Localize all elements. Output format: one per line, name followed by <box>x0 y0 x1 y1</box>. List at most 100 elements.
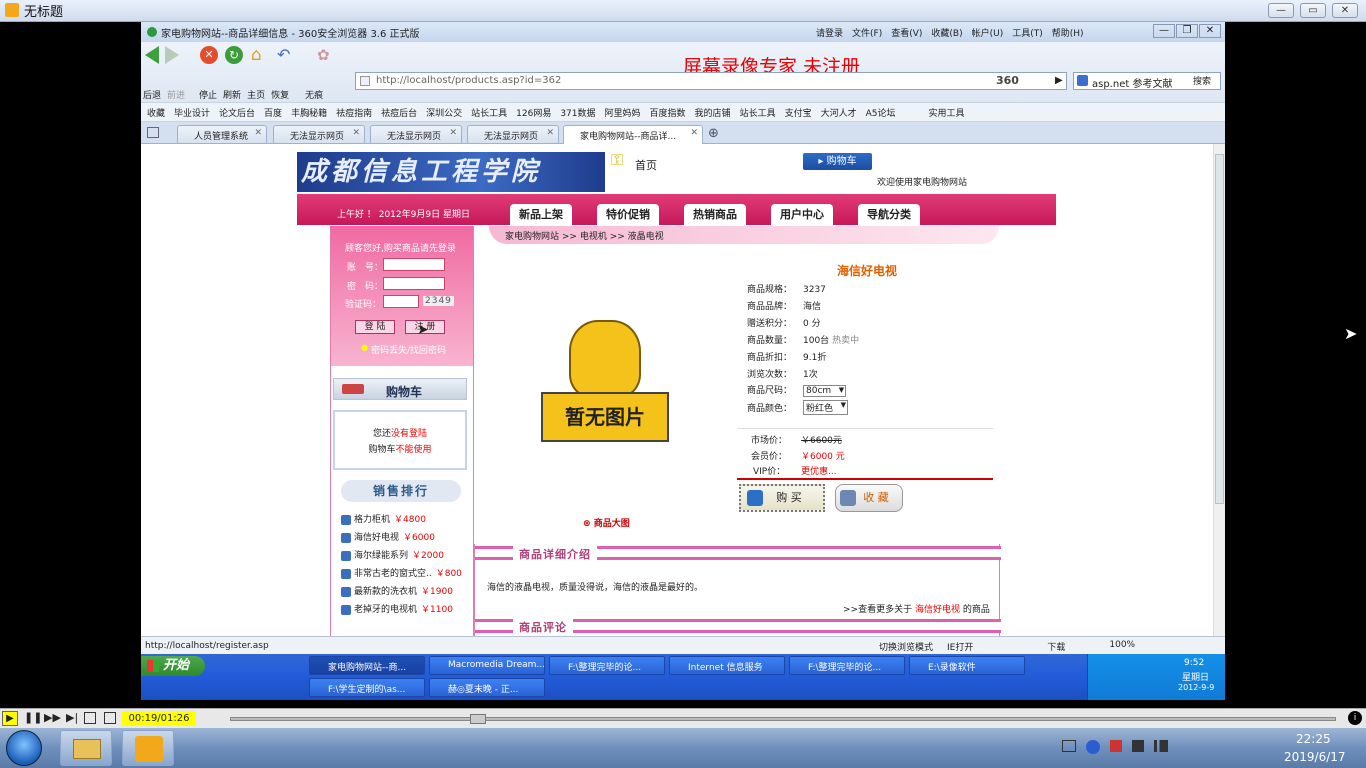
fast-forward-icon[interactable]: ▶▶ <box>44 711 61 724</box>
page-scrollbar[interactable] <box>1213 144 1225 636</box>
menu-tools[interactable]: 工具(T) <box>1012 26 1043 39</box>
scroll-thumb[interactable] <box>1215 154 1224 504</box>
rank-item[interactable]: 非常古老的窗式空.. ￥800 <box>341 566 462 579</box>
switch-mode-button[interactable]: 切换浏览模式 <box>879 640 933 653</box>
bookmark-16[interactable]: 大河人才 <box>821 106 857 119</box>
tab-close-icon[interactable]: ✕ <box>449 128 457 138</box>
minimize-button[interactable]: — <box>1268 3 1294 18</box>
new-tab-icon[interactable]: ⊕ <box>708 126 719 141</box>
undo-icon[interactable]: ↶ <box>277 46 295 64</box>
size-select[interactable]: 80cm ▼ <box>803 385 847 397</box>
login-button[interactable]: 登 陆 <box>355 320 395 334</box>
nav-categories[interactable]: 导航分类 <box>858 204 920 226</box>
bookmark-10[interactable]: 371数据 <box>560 106 595 119</box>
breadcrumb-1[interactable]: 电视机 <box>580 232 607 242</box>
product-image[interactable]: 暂无图片 <box>539 320 671 444</box>
help-icon[interactable] <box>1086 740 1100 754</box>
tab-0[interactable]: 人员管理系统 ✕ <box>177 125 267 143</box>
tab-close-icon[interactable]: ✕ <box>546 128 554 138</box>
favorite-button[interactable]: 收 藏 <box>835 484 903 512</box>
xp-task[interactable]: 家电购物网站--商... <box>309 656 425 675</box>
refresh-label[interactable]: 刷新 <box>223 88 241 101</box>
start-button[interactable]: 开始 <box>141 656 205 676</box>
xp-task[interactable]: Internet 信息服务 <box>669 656 785 675</box>
menu-account[interactable]: 帐户(U) <box>972 26 1004 39</box>
bookmark-0[interactable]: 收藏 <box>147 106 165 119</box>
xp-task[interactable]: F:\学生定制的\as... <box>309 678 425 697</box>
win7-start-orb[interactable] <box>6 730 42 766</box>
bookmark-14[interactable]: 站长工具 <box>740 106 776 119</box>
bookmark-18[interactable]: 实用工具 <box>929 106 965 119</box>
incognito-label[interactable]: 无痕 <box>305 88 323 101</box>
nav-specials[interactable]: 特价促销 <box>597 204 659 226</box>
bookmark-17[interactable]: A5论坛 <box>866 106 896 119</box>
home-label[interactable]: 主页 <box>247 88 265 101</box>
back-label[interactable]: 后退 <box>143 88 161 101</box>
bookmark-2[interactable]: 论文后台 <box>219 106 255 119</box>
captcha-image[interactable]: 2349 <box>423 296 454 306</box>
search-box[interactable]: asp.net 参考文献 搜索 <box>1073 72 1221 90</box>
bookmark-13[interactable]: 我的店铺 <box>695 106 731 119</box>
action-center-icon[interactable] <box>1110 740 1122 752</box>
network-icon[interactable] <box>1154 740 1168 752</box>
bookmark-9[interactable]: 126网易 <box>516 106 551 119</box>
tab-list-icon[interactable] <box>147 127 159 138</box>
home-icon[interactable]: ⌂ <box>251 46 269 64</box>
big-image-link[interactable]: ⊗ 商品大图 <box>583 516 630 529</box>
rank-item[interactable]: 海尔绿能系列 ￥2000 <box>341 548 444 561</box>
browser-minimize-button[interactable]: — <box>1153 24 1175 38</box>
ie-open-button[interactable]: IE打开 <box>947 640 973 653</box>
bookmark-8[interactable]: 站长工具 <box>471 106 507 119</box>
color-select[interactable]: 粉红色 ▼ <box>803 400 849 415</box>
search-button[interactable]: 搜索 <box>1193 74 1211 87</box>
rank-item[interactable]: 海信好电视 ￥6000 <box>341 530 435 543</box>
restore-label[interactable]: 恢复 <box>271 88 289 101</box>
forward-icon[interactable] <box>165 46 179 64</box>
play-icon[interactable]: ▶ <box>2 711 18 726</box>
bookmark-1[interactable]: 毕业设计 <box>174 106 210 119</box>
recorder-app-icon[interactable] <box>122 730 174 766</box>
refresh-icon[interactable]: ↻ <box>225 46 243 64</box>
buy-button[interactable]: 购 买 <box>739 484 825 512</box>
fullscreen-icon[interactable] <box>84 712 96 724</box>
back-icon[interactable] <box>145 46 159 64</box>
tab-close-icon[interactable]: ✕ <box>690 128 698 138</box>
bookmark-6[interactable]: 祛痘后台 <box>381 106 417 119</box>
menu-favorites[interactable]: 收藏(B) <box>931 26 962 39</box>
nav-new-arrivals[interactable]: 新品上架 <box>510 204 572 226</box>
tab-3[interactable]: 无法显示网页 ✕ <box>467 125 559 143</box>
more-link[interactable]: >>查看更多关于 海信好电视 的商品 <box>843 602 990 615</box>
search-input[interactable]: asp.net 参考文献 <box>1092 79 1172 90</box>
bookmark-15[interactable]: 支付宝 <box>785 106 812 119</box>
breadcrumb-2[interactable]: 液晶电视 <box>628 232 664 242</box>
bookmark-3[interactable]: 百度 <box>264 106 282 119</box>
zoom-level[interactable]: 100% <box>1109 640 1135 653</box>
menu-file[interactable]: 文件(F) <box>852 26 882 39</box>
tab-1[interactable]: 无法显示网页 ✕ <box>273 125 365 143</box>
explorer-icon[interactable] <box>60 730 112 766</box>
maximize-button[interactable]: ▭ <box>1300 3 1326 18</box>
forgot-password-link[interactable]: 密码丢失/找回密码 <box>371 343 446 356</box>
xp-task[interactable]: E:\录像软件 <box>909 656 1025 675</box>
win7-time[interactable]: 22:25 <box>1296 732 1331 746</box>
incognito-icon[interactable]: ✿ <box>317 46 335 64</box>
cart-top-button[interactable]: ▸ 购物车 <box>803 153 872 170</box>
rank-item[interactable]: 最新款的洗衣机 ￥1900 <box>341 584 453 597</box>
info-icon[interactable]: i <box>1348 711 1362 725</box>
bookmark-7[interactable]: 深圳公交 <box>426 106 462 119</box>
fit-icon[interactable] <box>104 712 116 724</box>
xp-task[interactable]: F:\整理完毕的论... <box>789 656 905 675</box>
menu-help[interactable]: 帮助(H) <box>1052 26 1084 39</box>
xp-task[interactable]: F:\整理完毕的论... <box>549 656 665 675</box>
rank-item[interactable]: 老掉牙的电视机 ￥1100 <box>341 602 453 615</box>
xp-task[interactable]: Macromedia Dream... <box>429 656 545 675</box>
download-button[interactable]: 下载 <box>1047 640 1065 653</box>
volume-icon[interactable] <box>1132 740 1144 752</box>
account-input[interactable] <box>383 258 445 271</box>
address-bar[interactable]: http://localhost/products.asp?id=362 360 <box>355 72 1067 90</box>
seek-thumb[interactable] <box>470 714 487 724</box>
seek-bar[interactable] <box>230 714 1336 724</box>
stop-icon[interactable]: ✕ <box>200 46 218 64</box>
rank-item[interactable]: 格力柜机 ￥4800 <box>341 512 426 525</box>
pause-icon[interactable]: ❚❚ <box>24 711 42 724</box>
